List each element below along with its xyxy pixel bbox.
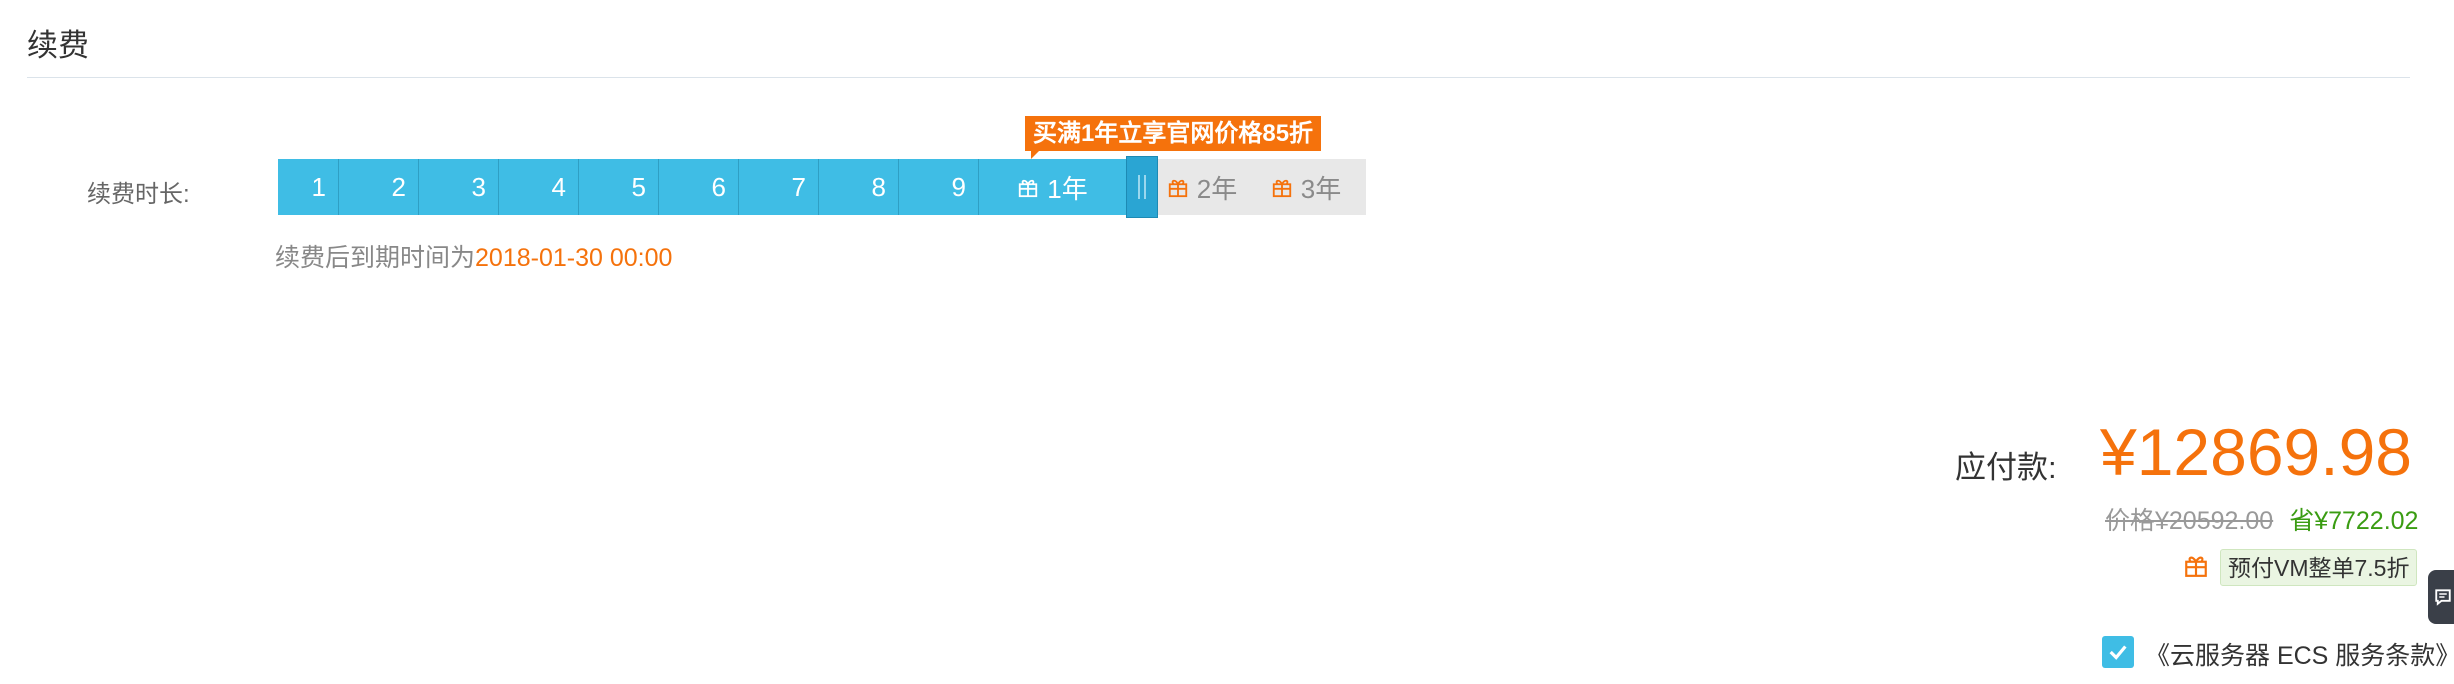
slider-option-label: 3年 [1300, 173, 1342, 204]
slider-option-year-3[interactable]: 3年 [1246, 159, 1366, 215]
slider-option-label: 3 [471, 171, 486, 202]
expiry-prefix: 续费后到期时间为 [275, 244, 476, 272]
feedback-button[interactable] [2428, 570, 2454, 624]
gift-icon [2185, 556, 2207, 577]
original-price: 价格¥20592.00 [2105, 507, 2274, 535]
terms-checkbox[interactable] [2102, 636, 2134, 668]
gift-icon [1019, 179, 1038, 198]
slider-option-month-4[interactable]: 4 [498, 159, 578, 215]
slider-option-label: 1 [311, 171, 326, 202]
slider-option-month-8[interactable]: 8 [818, 159, 898, 215]
slider-option-label: 2年 [1196, 173, 1238, 204]
slider-option-label: 9 [951, 171, 966, 202]
check-icon [2109, 645, 2127, 660]
slider-option-label: 8 [871, 171, 886, 202]
terms-link[interactable]: 《云服务器 ECS 服务条款》 [2145, 636, 2454, 672]
page-title: 续费 [27, 28, 89, 63]
expiry-date: 2018-01-30 00:00 [475, 244, 673, 272]
gift-icon [1168, 179, 1187, 198]
payment-amount: ¥12869.98 [2100, 415, 2412, 489]
slider-handle[interactable] [1126, 156, 1158, 218]
duration-slider[interactable]: 1 2 3 4 5 6 7 8 9 1年 2年 3年 [278, 156, 1366, 218]
slider-option-month-9[interactable]: 9 [898, 159, 978, 215]
title-divider [27, 77, 2410, 78]
slider-option-month-2[interactable]: 2 [338, 159, 418, 215]
slider-option-month-6[interactable]: 6 [658, 159, 738, 215]
grip-icon [1138, 175, 1140, 199]
payment-label: 应付款: [1955, 450, 2057, 485]
slider-option-year-2[interactable]: 2年 [1158, 159, 1246, 215]
grip-icon [1144, 175, 1146, 199]
promo-tooltip: 买满1年立享官网价格85折 [1025, 116, 1322, 151]
slider-option-label: 4 [551, 171, 566, 202]
feedback-icon [2435, 589, 2451, 606]
slider-option-label: 5 [631, 171, 646, 202]
price-line: 价格¥20592.00 省¥7722.02 [2105, 501, 2418, 537]
slider-option-month-3[interactable]: 3 [418, 159, 498, 215]
slider-option-label: 2 [391, 171, 406, 202]
slider-option-month-1[interactable]: 1 [278, 159, 338, 215]
slider-option-month-7[interactable]: 7 [738, 159, 818, 215]
discount-badge: 预付VM整单7.5折 [2220, 549, 2418, 586]
promo-tooltip-arrow [1031, 150, 1040, 159]
slider-option-year-1[interactable]: 1年 [978, 159, 1126, 215]
saved-amount: 省¥7722.02 [2289, 507, 2419, 535]
slider-option-label: 7 [791, 171, 806, 202]
slider-option-label: 1年 [1047, 173, 1088, 204]
slider-option-label: 6 [711, 171, 726, 202]
expiry-text: 续费后到期时间为2018-01-30 00:00 [275, 238, 672, 274]
slider-option-month-5[interactable]: 5 [578, 159, 658, 215]
duration-label: 续费时长: [87, 181, 190, 208]
gift-icon [1272, 179, 1291, 198]
